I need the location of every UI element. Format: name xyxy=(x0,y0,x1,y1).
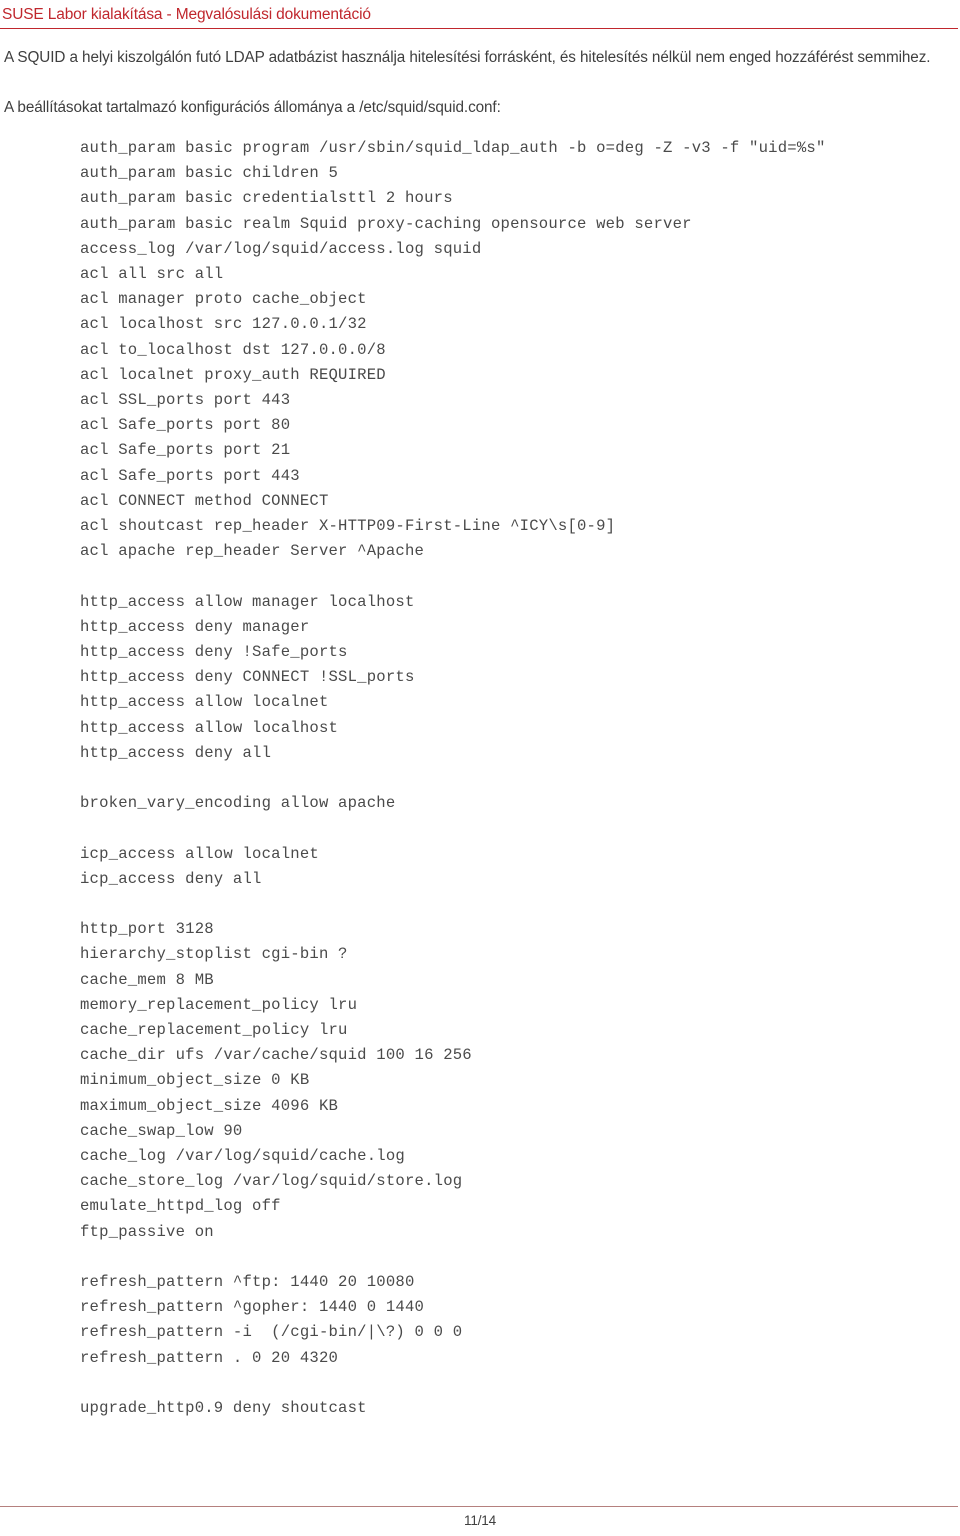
code-line: access_log /var/log/squid/access.log squ… xyxy=(80,239,482,258)
document-footer: 11/14 xyxy=(0,1506,960,1536)
intro-paragraph: A SQUID a helyi kiszolgálón futó LDAP ad… xyxy=(4,49,931,66)
code-line: acl Safe_ports port 21 xyxy=(80,441,291,460)
code-line: emulate_httpd_log off xyxy=(80,1197,281,1216)
document-header-title: SUSE Labor kialakítása - Megvalósulási d… xyxy=(2,6,371,23)
code-line: icp_access allow localnet xyxy=(80,844,319,863)
code-line: upgrade_http0.9 deny shoutcast xyxy=(80,1399,367,1418)
document-header: SUSE Labor kialakítása - Megvalósulási d… xyxy=(0,0,960,29)
code-line: auth_param basic credentialsttl 2 hours xyxy=(80,189,453,208)
code-line: icp_access deny all xyxy=(80,869,262,888)
code-line: acl to_localhost dst 127.0.0.0/8 xyxy=(80,340,386,359)
code-line: http_port 3128 xyxy=(80,920,214,939)
code-line: refresh_pattern . 0 20 4320 xyxy=(80,1348,339,1367)
header-divider xyxy=(0,28,958,29)
code-line: acl Safe_ports port 443 xyxy=(80,466,300,485)
code-line: broken_vary_encoding allow apache xyxy=(80,794,396,813)
code-line: acl all src all xyxy=(80,265,224,284)
code-line: http_access allow manager localhost xyxy=(80,592,415,611)
page-body: A SQUID a helyi kiszolgálón futó LDAP ad… xyxy=(0,44,960,1421)
code-line: cache_swap_low 90 xyxy=(80,1121,243,1140)
code-line: auth_param basic realm Squid proxy-cachi… xyxy=(80,214,692,233)
code-line: cache_store_log /var/log/squid/store.log xyxy=(80,1172,463,1191)
code-line: http_access deny !Safe_ports xyxy=(80,643,348,662)
code-line: acl localhost src 127.0.0.1/32 xyxy=(80,315,367,334)
code-line: cache_mem 8 MB xyxy=(80,970,214,989)
code-line: minimum_object_size 0 KB xyxy=(80,1071,310,1090)
footer-divider xyxy=(0,1506,958,1507)
code-line: refresh_pattern ^gopher: 1440 0 1440 xyxy=(80,1298,425,1317)
code-line: refresh_pattern ^ftp: 1440 20 10080 xyxy=(80,1273,415,1292)
code-line: auth_param basic program /usr/sbin/squid… xyxy=(80,139,826,157)
code-line: auth_param basic children 5 xyxy=(80,164,339,183)
code-line: acl apache rep_header Server ^Apache xyxy=(80,542,425,561)
code-line: http_access deny manager xyxy=(80,617,310,636)
code-line: acl CONNECT method CONNECT xyxy=(80,491,329,510)
code-line: acl shoutcast rep_header X-HTTP09-First-… xyxy=(80,517,616,536)
code-line: cache_replacement_policy lru xyxy=(80,1021,348,1040)
code-line: http_access deny all xyxy=(80,743,272,762)
code-line: acl localnet proxy_auth REQUIRED xyxy=(80,365,386,384)
code-line: ftp_passive on xyxy=(80,1222,214,1241)
code-line: hierarchy_stoplist cgi-bin ? xyxy=(80,945,348,964)
code-line: refresh_pattern -i (/cgi-bin/|\?) 0 0 0 xyxy=(80,1323,463,1342)
code-line: acl Safe_ports port 80 xyxy=(80,416,291,435)
code-line: memory_replacement_policy lru xyxy=(80,995,358,1014)
code-line: cache_dir ufs /var/cache/squid 100 16 25… xyxy=(80,1046,472,1065)
code-line: maximum_object_size 4096 KB xyxy=(80,1096,339,1115)
code-line: http_access deny CONNECT !SSL_ports xyxy=(80,668,415,687)
code-line: cache_log /var/log/squid/cache.log xyxy=(80,1147,405,1166)
squid-config-listing: auth_param basic program /usr/sbin/squid… xyxy=(0,136,960,1421)
code-line: acl SSL_ports port 443 xyxy=(80,391,291,410)
config-path-paragraph: A beállításokat tartalmazó konfigurációs… xyxy=(4,99,501,116)
code-line: acl manager proto cache_object xyxy=(80,290,367,309)
code-line: http_access allow localnet xyxy=(80,693,329,712)
page-number: 11/14 xyxy=(463,1513,496,1528)
code-line: http_access allow localhost xyxy=(80,718,339,737)
